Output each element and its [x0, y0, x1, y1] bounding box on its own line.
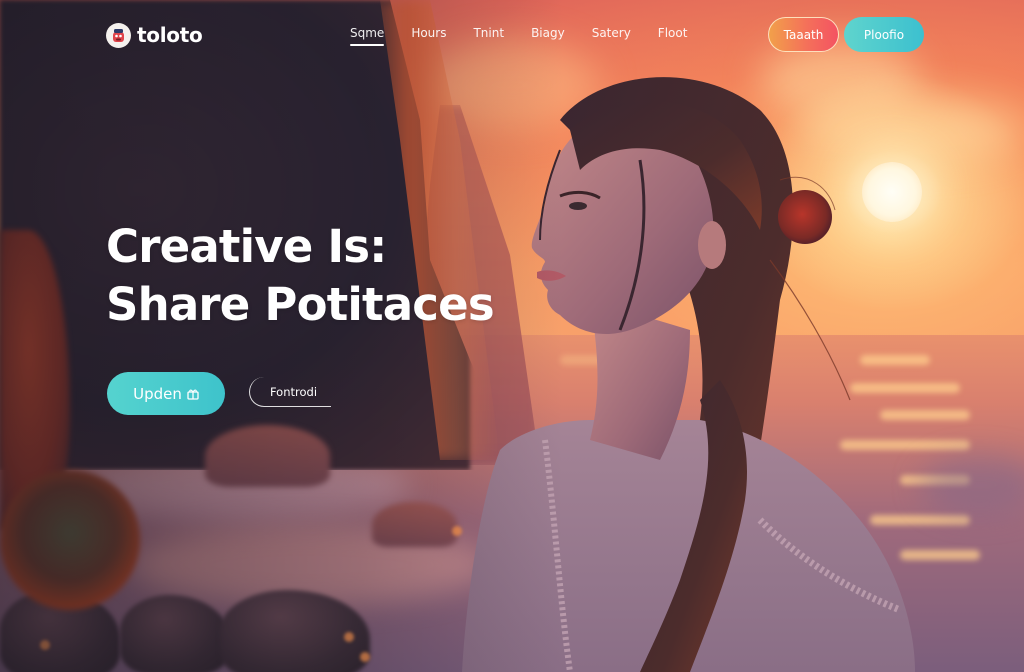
mascot-logo-icon	[106, 22, 131, 48]
hero-headline-line-2: Share Potitaces	[106, 278, 495, 331]
nav-link-sqme[interactable]: Sqme	[350, 26, 385, 46]
nav-link-floot[interactable]: Floot	[658, 26, 688, 40]
nav-link-hours[interactable]: Hours	[411, 26, 446, 40]
brand-name: toloto	[137, 23, 203, 47]
woman-portrait	[462, 77, 915, 672]
hero-primary-cta-label: Upden	[133, 384, 182, 403]
hero-headline: Creative Is: Share Potitaces	[106, 218, 495, 334]
hero-headline-line-1: Creative Is:	[106, 220, 387, 273]
brand-logo-link[interactable]: toloto	[106, 22, 203, 48]
nav-link-biagy[interactable]: Biagy	[531, 26, 565, 40]
gift-icon	[187, 388, 199, 400]
nav-secondary-button[interactable]: Taaath	[768, 17, 839, 52]
nav-primary-button[interactable]: Ploofio	[844, 17, 924, 52]
top-navigation: toloto Sqme Hours Tnint Biagy Satery Flo…	[0, 0, 1024, 70]
nav-link-tnint[interactable]: Tnint	[473, 26, 504, 40]
nav-menu: Sqme Hours Tnint Biagy Satery Floot	[350, 26, 688, 46]
hero-primary-cta-button[interactable]: Upden	[107, 372, 225, 415]
nav-link-satery[interactable]: Satery	[592, 26, 631, 40]
hero-background-image	[0, 0, 1024, 672]
hero-secondary-link[interactable]: Fontrodi	[249, 377, 331, 407]
hair-bun	[778, 190, 832, 244]
